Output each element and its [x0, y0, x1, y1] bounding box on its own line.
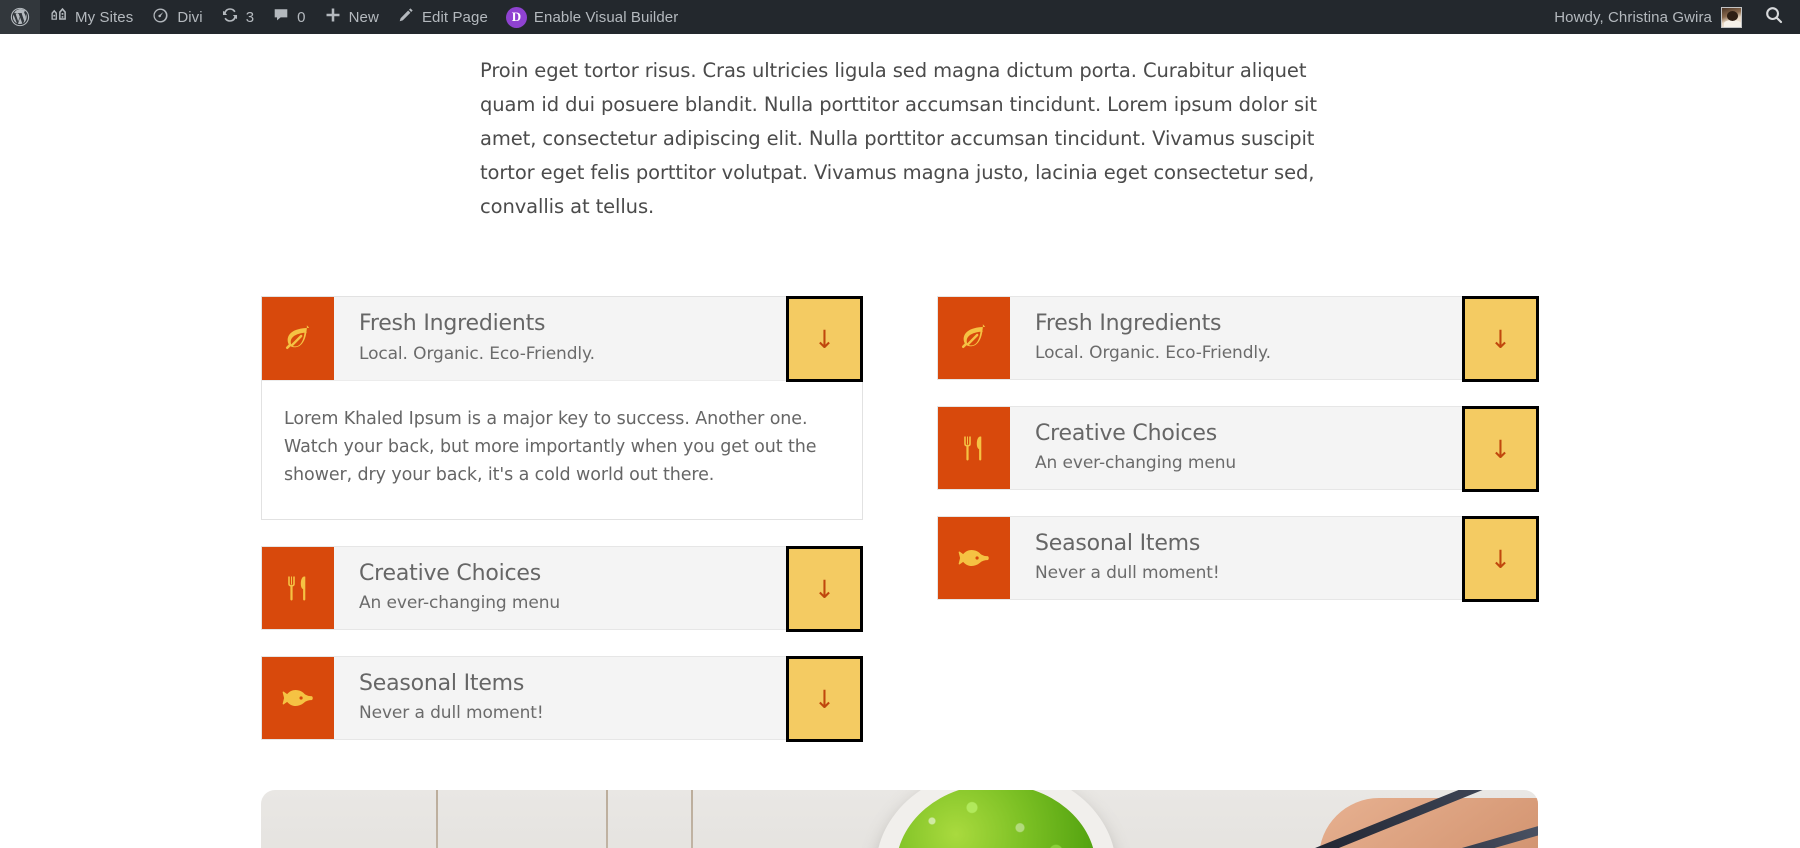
toggle-icon-box [262, 297, 334, 380]
toggle-text-block: Creative Choices An ever-changing menu [334, 547, 862, 629]
arrow-down-icon: ↓ [1490, 434, 1511, 464]
fish-icon [281, 681, 315, 715]
toggle-creative-choices: Creative Choices An ever-changing menu ↓ [261, 546, 863, 632]
toggle-header-seasonal-items[interactable]: Seasonal Items Never a dull moment! ↓ [261, 656, 863, 742]
admin-bar-item-new[interactable]: New [315, 0, 388, 34]
admin-bar-account-menu[interactable]: Howdy, Christina Gwira [1544, 0, 1752, 34]
fork-knife-icon [282, 572, 314, 604]
arrow-down-icon: ↓ [814, 324, 835, 354]
toggle-text-block: Fresh Ingredients Local. Organic. Eco-Fr… [334, 297, 862, 380]
bowl [876, 790, 1116, 848]
hero-image [261, 790, 1538, 848]
toggle-fresh-ingredients-2: Fresh Ingredients Local. Organic. Eco-Fr… [937, 296, 1539, 382]
toggle-icon-box [262, 657, 334, 739]
intro-section: Proin eget tortor risus. Cras ultricies … [0, 34, 1800, 224]
fork-knife-icon [958, 432, 990, 464]
toggle-text-block: Seasonal Items Never a dull moment! [334, 657, 862, 739]
toggle-icon-box [938, 407, 1010, 489]
chopped-green-onions [896, 790, 1096, 848]
toggle-seasonal-items-2: Seasonal Items Never a dull moment! ↓ [937, 516, 1539, 602]
wp-admin-bar: My Sites Divi 3 0 New Edit Page D Enable… [0, 0, 1800, 34]
admin-bar-item-enable-visual-builder[interactable]: D Enable Visual Builder [497, 0, 687, 34]
toggle-expand-button[interactable]: ↓ [786, 546, 863, 632]
toggle-expand-button[interactable]: ↓ [1462, 406, 1539, 492]
avatar [1721, 6, 1742, 28]
admin-bar-label-comments-count: 0 [297, 8, 306, 26]
admin-bar-label-my-sites: My Sites [75, 8, 134, 26]
toggle-icon-box [262, 547, 334, 629]
admin-bar-search-button[interactable] [1752, 0, 1800, 34]
surface-line [691, 790, 693, 848]
plus-icon [324, 6, 342, 28]
toggle-body-text: Lorem Khaled Ipsum is a major key to suc… [284, 409, 817, 485]
arrow-down-icon: ↓ [1490, 324, 1511, 354]
admin-bar-label-updates-count: 3 [245, 8, 255, 26]
toggle-expand-button[interactable]: ↓ [1462, 296, 1539, 382]
toggle-header-fresh-ingredients[interactable]: Fresh Ingredients Local. Organic. Eco-Fr… [262, 296, 863, 382]
admin-bar-item-updates[interactable]: 3 [212, 0, 263, 34]
update-arrows-icon [221, 6, 239, 28]
toggle-header-creative-choices-2[interactable]: Creative Choices An ever-changing menu ↓ [937, 406, 1539, 492]
admin-bar-item-comments[interactable]: 0 [263, 0, 314, 34]
buildings-icon [49, 6, 68, 29]
toggle-text-block: Seasonal Items Never a dull moment! [1010, 517, 1538, 599]
toggle-text-block: Fresh Ingredients Local. Organic. Eco-Fr… [1010, 297, 1538, 379]
toggle-seasonal-items: Seasonal Items Never a dull moment! ↓ [261, 656, 863, 742]
toggle-creative-choices-2: Creative Choices An ever-changing menu ↓ [937, 406, 1539, 492]
surface-line [606, 790, 608, 848]
admin-bar-label-enable-visual-builder: Enable Visual Builder [533, 8, 679, 26]
admin-bar-label-divi: Divi [177, 8, 203, 26]
fish-icon [957, 541, 991, 575]
admin-bar-label-new: New [348, 8, 379, 26]
admin-bar-item-my-sites[interactable]: My Sites [40, 0, 142, 34]
toggle-columns: Fresh Ingredients Local. Organic. Eco-Fr… [0, 296, 1800, 766]
wordpress-logo-icon [9, 6, 31, 28]
pencil-icon [397, 6, 415, 28]
toggle-text-block: Creative Choices An ever-changing menu [1010, 407, 1538, 489]
admin-bar-item-edit-page[interactable]: Edit Page [388, 0, 497, 34]
dashboard-gauge-icon [151, 6, 170, 29]
toggle-body-fresh-ingredients: Lorem Khaled Ipsum is a major key to suc… [262, 381, 862, 519]
toggle-icon-box [938, 297, 1010, 379]
admin-bar-label-edit-page: Edit Page [421, 8, 488, 26]
toggle-header-creative-choices[interactable]: Creative Choices An ever-changing menu ↓ [261, 546, 863, 632]
toggle-header-fresh-ingredients-2[interactable]: Fresh Ingredients Local. Organic. Eco-Fr… [937, 296, 1539, 382]
account-greeting: Howdy, Christina Gwira [1554, 8, 1712, 26]
toggle-icon-box [938, 517, 1010, 599]
toggle-expand-button[interactable]: ↓ [786, 296, 863, 382]
search-icon [1764, 5, 1784, 29]
toggle-expand-button[interactable]: ↓ [786, 656, 863, 742]
surface-line [436, 790, 438, 848]
leaf-icon [957, 321, 991, 355]
arrow-down-icon: ↓ [814, 684, 835, 714]
wp-logo-menu[interactable] [0, 0, 40, 34]
arrow-down-icon: ↓ [814, 574, 835, 604]
toggle-header-seasonal-items-2[interactable]: Seasonal Items Never a dull moment! ↓ [937, 516, 1539, 602]
toggle-expand-button[interactable]: ↓ [1462, 516, 1539, 602]
hero-image-content [261, 790, 1538, 848]
intro-paragraph: Proin eget tortor risus. Cras ultricies … [480, 59, 1317, 218]
admin-bar-item-divi[interactable]: Divi [142, 0, 211, 34]
divi-badge-icon: D [505, 6, 527, 28]
toggle-fresh-ingredients: Fresh Ingredients Local. Organic. Eco-Fr… [261, 296, 863, 520]
leaf-icon [281, 322, 315, 356]
arrow-down-icon: ↓ [1490, 544, 1511, 574]
left-column: Fresh Ingredients Local. Organic. Eco-Fr… [261, 296, 863, 766]
comment-bubble-icon [272, 6, 290, 28]
page-content: Proin eget tortor risus. Cras ultricies … [0, 34, 1800, 848]
right-column: Fresh Ingredients Local. Organic. Eco-Fr… [937, 296, 1539, 626]
